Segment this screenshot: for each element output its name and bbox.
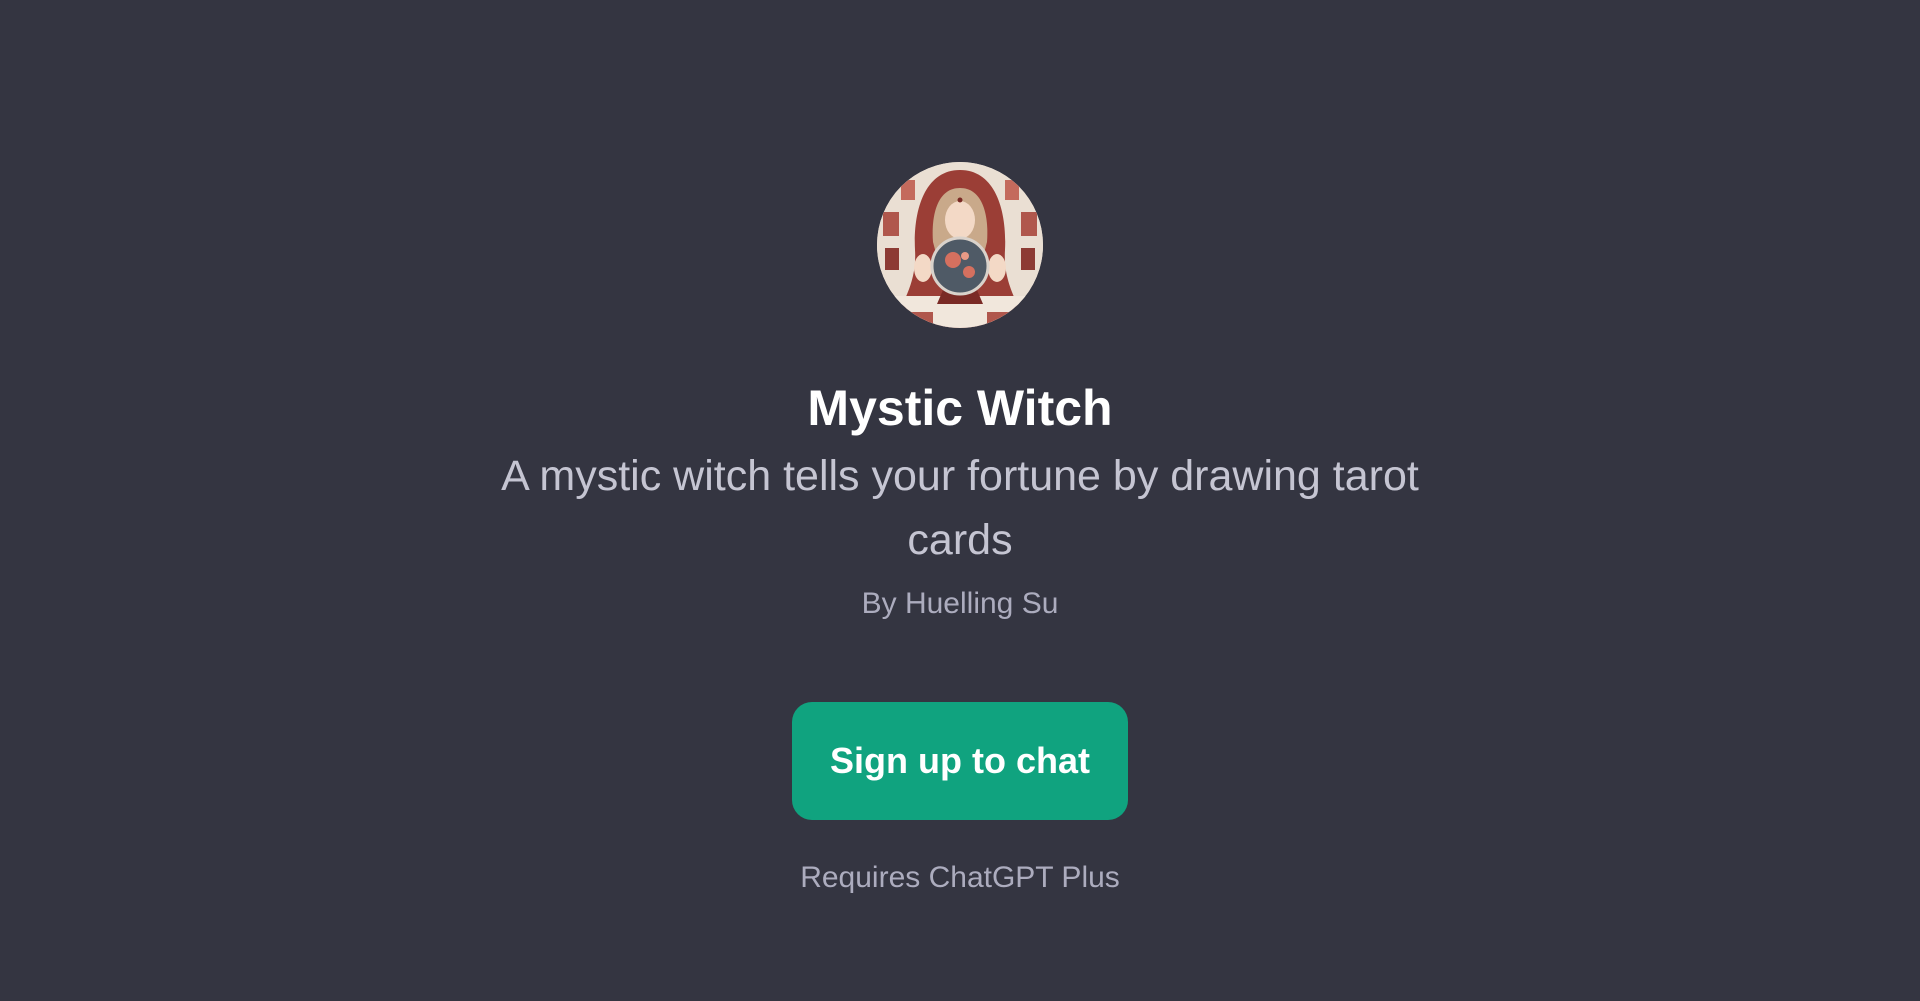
- sign-up-button-label: Sign up to chat: [830, 740, 1090, 781]
- requirement-note: Requires ChatGPT Plus: [800, 861, 1120, 894]
- gpt-description: A mystic witch tells your fortune by dra…: [501, 452, 1419, 564]
- sign-up-to-chat-button[interactable]: Sign up to chat: [792, 702, 1128, 820]
- gpt-title: Mystic Witch: [807, 380, 1113, 436]
- gpt-author: By Huelling Su: [861, 587, 1059, 620]
- gpt-landing-page: Mystic Witch A mystic witch tells your f…: [0, 0, 1920, 1001]
- gpt-profile: Mystic Witch A mystic witch tells your f…: [0, 0, 1920, 898]
- gpt-avatar-icon: [877, 162, 1043, 328]
